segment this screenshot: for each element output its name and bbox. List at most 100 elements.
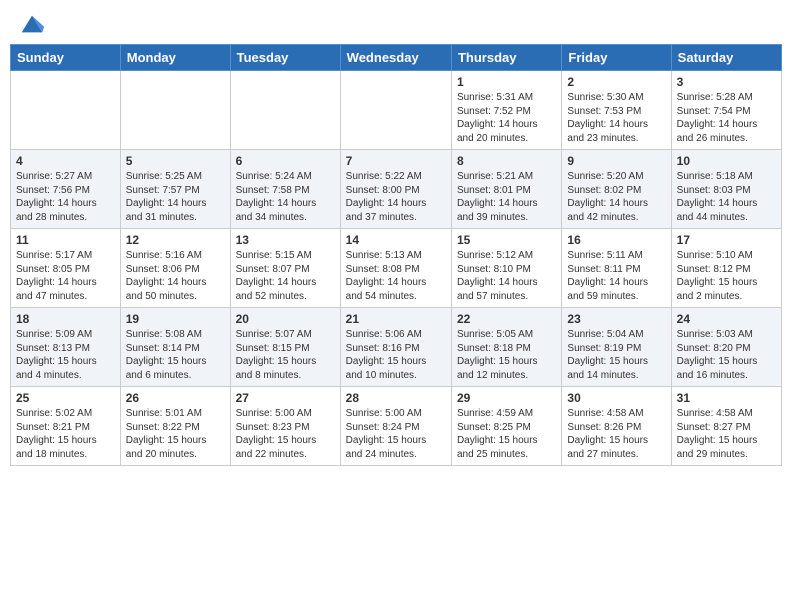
calendar-cell: 4Sunrise: 5:27 AM Sunset: 7:56 PM Daylig… bbox=[11, 150, 121, 229]
page-header bbox=[10, 10, 782, 38]
day-header-tuesday: Tuesday bbox=[230, 45, 340, 71]
day-number: 2 bbox=[567, 75, 665, 89]
day-number: 21 bbox=[346, 312, 446, 326]
calendar-cell: 28Sunrise: 5:00 AM Sunset: 8:24 PM Dayli… bbox=[340, 387, 451, 466]
calendar-cell: 30 Sunrise: 4:58 AM Sunset: 8:26 PM Dayli… bbox=[562, 387, 671, 466]
cell-content: Sunrise: 5:06 AM Sunset: 8:16 PM Dayligh… bbox=[346, 328, 446, 382]
calendar-cell: 5 Sunrise: 5:25 AM Sunset: 7:57 PM Daylig… bbox=[120, 150, 230, 229]
cell-content: Sunrise: 5:16 AM Sunset: 8:06 PM Dayligh… bbox=[126, 249, 225, 303]
cell-content: Sunrise: 5:03 AM Sunset: 8:20 PM Dayligh… bbox=[677, 328, 776, 382]
cell-content: Sunrise: 5:05 AM Sunset: 8:18 PM Dayligh… bbox=[457, 328, 556, 382]
day-number: 28 bbox=[346, 391, 446, 405]
day-number: 6 bbox=[236, 154, 335, 168]
cell-content: Sunrise: 5:08 AM Sunset: 8:14 PM Dayligh… bbox=[126, 328, 225, 382]
calendar-cell: 11 Sunrise: 5:17 AM Sunset: 8:05 PM Dayli… bbox=[11, 229, 121, 308]
cell-content: Sunrise: 5:22 AM Sunset: 8:00 PM Dayligh… bbox=[346, 170, 446, 224]
day-number: 12 bbox=[126, 233, 225, 247]
calendar-cell: 23Sunrise: 5:04 AM Sunset: 8:19 PM Dayli… bbox=[562, 308, 671, 387]
day-number: 17 bbox=[677, 233, 776, 247]
calendar-cell: 19 Sunrise: 5:08 AM Sunset: 8:14 PM Dayli… bbox=[120, 308, 230, 387]
day-number: 25 bbox=[16, 391, 115, 405]
day-header-sunday: Sunday bbox=[11, 45, 121, 71]
calendar-week-2: 4Sunrise: 5:27 AM Sunset: 7:56 PM Daylig… bbox=[11, 150, 782, 229]
calendar-cell: 21 Sunrise: 5:06 AM Sunset: 8:16 PM Dayli… bbox=[340, 308, 451, 387]
day-number: 27 bbox=[236, 391, 335, 405]
day-number: 11 bbox=[16, 233, 115, 247]
calendar-cell: 16 Sunrise: 5:11 AM Sunset: 8:11 PM Dayli… bbox=[562, 229, 671, 308]
day-number: 3 bbox=[677, 75, 776, 89]
day-header-saturday: Saturday bbox=[671, 45, 781, 71]
calendar-cell: 22Sunrise: 5:05 AM Sunset: 8:18 PM Dayli… bbox=[451, 308, 561, 387]
calendar-cell: 13Sunrise: 5:15 AM Sunset: 8:07 PM Dayli… bbox=[230, 229, 340, 308]
calendar-cell: 8 Sunrise: 5:21 AM Sunset: 8:01 PM Daylig… bbox=[451, 150, 561, 229]
calendar-cell: 20 Sunrise: 5:07 AM Sunset: 8:15 PM Dayli… bbox=[230, 308, 340, 387]
cell-content: Sunrise: 4:58 AM Sunset: 8:26 PM Dayligh… bbox=[567, 407, 665, 461]
calendar-cell bbox=[11, 71, 121, 150]
day-number: 18 bbox=[16, 312, 115, 326]
day-header-friday: Friday bbox=[562, 45, 671, 71]
cell-content: Sunrise: 5:20 AM Sunset: 8:02 PM Dayligh… bbox=[567, 170, 665, 224]
calendar-week-1: 1 Sunrise: 5:31 AM Sunset: 7:52 PM Daylig… bbox=[11, 71, 782, 150]
day-number: 16 bbox=[567, 233, 665, 247]
cell-content: Sunrise: 5:18 AM Sunset: 8:03 PM Dayligh… bbox=[677, 170, 776, 224]
cell-content: Sunrise: 5:28 AM Sunset: 7:54 PM Dayligh… bbox=[677, 91, 776, 145]
cell-content: Sunrise: 4:59 AM Sunset: 8:25 PM Dayligh… bbox=[457, 407, 556, 461]
cell-content: Sunrise: 5:11 AM Sunset: 8:11 PM Dayligh… bbox=[567, 249, 665, 303]
day-number: 5 bbox=[126, 154, 225, 168]
day-number: 20 bbox=[236, 312, 335, 326]
calendar-cell: 2 Sunrise: 5:30 AM Sunset: 7:53 PM Daylig… bbox=[562, 71, 671, 150]
calendar-table: SundayMondayTuesdayWednesdayThursdayFrid… bbox=[10, 44, 782, 466]
cell-content: Sunrise: 5:10 AM Sunset: 8:12 PM Dayligh… bbox=[677, 249, 776, 303]
calendar-week-5: 25Sunrise: 5:02 AM Sunset: 8:21 PM Dayli… bbox=[11, 387, 782, 466]
calendar-cell: 24 Sunrise: 5:03 AM Sunset: 8:20 PM Dayli… bbox=[671, 308, 781, 387]
cell-content: Sunrise: 5:17 AM Sunset: 8:05 PM Dayligh… bbox=[16, 249, 115, 303]
cell-content: Sunrise: 5:12 AM Sunset: 8:10 PM Dayligh… bbox=[457, 249, 556, 303]
cell-content: Sunrise: 5:15 AM Sunset: 8:07 PM Dayligh… bbox=[236, 249, 335, 303]
day-number: 4 bbox=[16, 154, 115, 168]
cell-content: Sunrise: 4:58 AM Sunset: 8:27 PM Dayligh… bbox=[677, 407, 776, 461]
calendar-week-3: 11 Sunrise: 5:17 AM Sunset: 8:05 PM Dayli… bbox=[11, 229, 782, 308]
day-number: 1 bbox=[457, 75, 556, 89]
day-number: 30 bbox=[567, 391, 665, 405]
calendar-cell: 12 Sunrise: 5:16 AM Sunset: 8:06 PM Dayli… bbox=[120, 229, 230, 308]
cell-content: Sunrise: 5:13 AM Sunset: 8:08 PM Dayligh… bbox=[346, 249, 446, 303]
day-number: 31 bbox=[677, 391, 776, 405]
calendar-cell: 10 Sunrise: 5:18 AM Sunset: 8:03 PM Dayli… bbox=[671, 150, 781, 229]
day-number: 14 bbox=[346, 233, 446, 247]
calendar-cell: 3 Sunrise: 5:28 AM Sunset: 7:54 PM Daylig… bbox=[671, 71, 781, 150]
cell-content: Sunrise: 5:31 AM Sunset: 7:52 PM Dayligh… bbox=[457, 91, 556, 145]
calendar-cell: 29Sunrise: 4:59 AM Sunset: 8:25 PM Dayli… bbox=[451, 387, 561, 466]
day-number: 8 bbox=[457, 154, 556, 168]
day-number: 19 bbox=[126, 312, 225, 326]
day-number: 7 bbox=[346, 154, 446, 168]
day-number: 9 bbox=[567, 154, 665, 168]
calendar-cell: 9 Sunrise: 5:20 AM Sunset: 8:02 PM Daylig… bbox=[562, 150, 671, 229]
calendar-header-row: SundayMondayTuesdayWednesdayThursdayFrid… bbox=[11, 45, 782, 71]
day-header-wednesday: Wednesday bbox=[340, 45, 451, 71]
calendar-cell: 6 Sunrise: 5:24 AM Sunset: 7:58 PM Daylig… bbox=[230, 150, 340, 229]
day-number: 15 bbox=[457, 233, 556, 247]
cell-content: Sunrise: 5:07 AM Sunset: 8:15 PM Dayligh… bbox=[236, 328, 335, 382]
day-number: 24 bbox=[677, 312, 776, 326]
cell-content: Sunrise: 5:30 AM Sunset: 7:53 PM Dayligh… bbox=[567, 91, 665, 145]
calendar-cell: 7 Sunrise: 5:22 AM Sunset: 8:00 PM Daylig… bbox=[340, 150, 451, 229]
cell-content: Sunrise: 5:01 AM Sunset: 8:22 PM Dayligh… bbox=[126, 407, 225, 461]
calendar-cell: 14 Sunrise: 5:13 AM Sunset: 8:08 PM Dayli… bbox=[340, 229, 451, 308]
day-number: 10 bbox=[677, 154, 776, 168]
calendar-cell: 17 Sunrise: 5:10 AM Sunset: 8:12 PM Dayli… bbox=[671, 229, 781, 308]
day-number: 26 bbox=[126, 391, 225, 405]
calendar-cell bbox=[340, 71, 451, 150]
cell-content: Sunrise: 5:25 AM Sunset: 7:57 PM Dayligh… bbox=[126, 170, 225, 224]
logo-icon bbox=[18, 10, 46, 38]
calendar-cell: 31 Sunrise: 4:58 AM Sunset: 8:27 PM Dayli… bbox=[671, 387, 781, 466]
logo bbox=[14, 10, 46, 38]
calendar-cell bbox=[120, 71, 230, 150]
cell-content: Sunrise: 5:00 AM Sunset: 8:23 PM Dayligh… bbox=[236, 407, 335, 461]
cell-content: Sunrise: 5:24 AM Sunset: 7:58 PM Dayligh… bbox=[236, 170, 335, 224]
cell-content: Sunrise: 5:09 AM Sunset: 8:13 PM Dayligh… bbox=[16, 328, 115, 382]
calendar-cell: 26 Sunrise: 5:01 AM Sunset: 8:22 PM Dayli… bbox=[120, 387, 230, 466]
calendar-cell: 25Sunrise: 5:02 AM Sunset: 8:21 PM Dayli… bbox=[11, 387, 121, 466]
cell-content: Sunrise: 5:21 AM Sunset: 8:01 PM Dayligh… bbox=[457, 170, 556, 224]
calendar-cell bbox=[230, 71, 340, 150]
calendar-cell: 1 Sunrise: 5:31 AM Sunset: 7:52 PM Daylig… bbox=[451, 71, 561, 150]
